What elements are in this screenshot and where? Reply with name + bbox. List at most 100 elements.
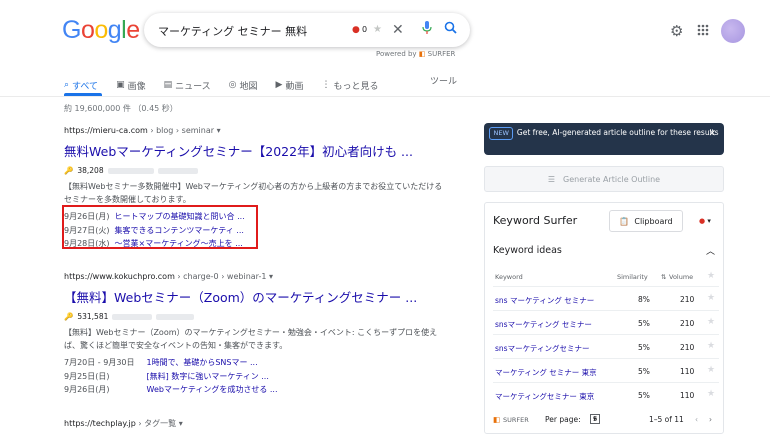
keyword-row: snsマーケティングセミナー 5% 210 ★	[493, 334, 719, 358]
keyword-row: snsマーケティング セミナー 5% 210 ★	[493, 310, 719, 334]
surfer-dot-icon: ●	[352, 25, 360, 35]
tab-images[interactable]: ▣ 画像	[116, 74, 146, 96]
traffic-metric: 38,208	[77, 166, 104, 175]
result-url[interactable]: https://techplay.jp › タグ一覧 ▾	[64, 418, 444, 429]
more-vert-icon: ⋮	[321, 80, 331, 90]
sublink[interactable]: 1時間で、基礎からSNSマー ...	[147, 358, 258, 367]
result-domain: https://www.kokuchpro.com	[64, 272, 175, 281]
sublink[interactable]: Webマーケティングを成功させる ...	[147, 385, 278, 394]
star-icon[interactable]: ★	[707, 341, 715, 351]
blurred-metric	[157, 167, 198, 174]
tab-label: 地図	[239, 81, 258, 92]
result-title[interactable]: 無料Webマーケティングセミナー【2022年】初心者向けも ...	[64, 141, 444, 160]
search-box[interactable]: マーケティング セミナー 無料 ● 0 ★ ✕	[144, 13, 470, 47]
clipboard-button[interactable]: 📋 Clipboard	[609, 210, 683, 232]
keyword-row: マーケティングセミナー 東京 5% 110 ★	[493, 382, 719, 406]
header-divider	[0, 96, 770, 97]
google-search-page: Google マーケティング セミナー 無料 ● 0 ★ ✕ Powered b…	[0, 0, 770, 434]
keyword-row: sns マーケティング セミナー 8% 210 ★	[493, 286, 719, 310]
microphone-icon[interactable]	[422, 21, 432, 40]
star-icon[interactable]: ★	[373, 21, 382, 39]
similarity-value: 5%	[638, 343, 650, 352]
surfer-logo-icon: ◧	[418, 50, 426, 58]
result-domain: https://techplay.jp	[64, 419, 136, 428]
similarity-value: 5%	[638, 367, 650, 376]
japan-flag-icon: ●	[699, 217, 706, 225]
star-icon[interactable]: ★	[707, 365, 715, 375]
per-page-select[interactable]: 5 ▾	[590, 414, 600, 424]
prev-page-icon[interactable]: ‹	[695, 415, 698, 424]
star-icon[interactable]: ★	[707, 389, 715, 399]
sublink-row: 7月20日 - 9月30日 1時間で、基礎からSNSマー ...	[64, 356, 444, 370]
blurred-metric	[112, 313, 153, 320]
volume-value: 110	[680, 391, 695, 400]
search-result: https://www.kokuchpro.com › charge-0 › w…	[64, 272, 444, 397]
column-volume[interactable]: Volume	[669, 273, 693, 281]
map-pin-icon: ◎	[228, 80, 237, 90]
list-icon: ☰	[547, 174, 556, 184]
keyword-link[interactable]: マーケティング セミナー 東京	[495, 367, 597, 378]
pagination-range: 1–5 of 11	[649, 415, 684, 424]
tab-videos[interactable]: ▶ 動画	[276, 74, 304, 96]
star-icon[interactable]: ★	[707, 271, 715, 281]
result-url[interactable]: https://www.kokuchpro.com › charge-0 › w…	[64, 272, 444, 281]
result-title[interactable]: 【無料】Webセミナー（Zoom）のマーケティングセミナー ...	[64, 287, 444, 306]
powered-by-label: Powered by	[376, 50, 417, 58]
keyword-link[interactable]: snsマーケティングセミナー	[495, 343, 589, 354]
result-sublinks: 7月20日 - 9月30日 1時間で、基礎からSNSマー ... 9月25日(日…	[64, 356, 444, 397]
volume-value: 210	[680, 295, 695, 304]
keyword-link[interactable]: マーケティングセミナー 東京	[495, 391, 594, 402]
sublink[interactable]: [無料] 数字に強いマーケティン ...	[147, 372, 269, 381]
settings-gear-icon[interactable]: ⚙	[670, 22, 683, 40]
chevron-up-icon[interactable]: ︿	[706, 244, 715, 257]
column-similarity[interactable]: Similarity	[617, 273, 648, 281]
tab-maps[interactable]: ◎ 地図	[229, 74, 258, 96]
star-icon[interactable]: ★	[707, 293, 715, 303]
account-avatar[interactable]	[721, 19, 745, 43]
chevron-down-icon[interactable]: ▾	[217, 126, 221, 135]
similarity-value: 5%	[638, 391, 650, 400]
tab-more[interactable]: ⋮ もっと見る	[321, 74, 378, 96]
sort-icon[interactable]: ⇅	[661, 273, 666, 281]
generate-outline-button[interactable]: ☰ Generate Article Outline	[484, 166, 724, 192]
google-logo[interactable]: Google	[62, 16, 140, 45]
key-icon: 🔑	[64, 166, 74, 175]
sublink-row: 9月26日(月) Webマーケティングを成功させる ...	[64, 383, 444, 397]
surfer-count: 0	[362, 25, 368, 34]
per-page-label: Per page:	[545, 415, 581, 424]
tab-label: ニュース	[175, 81, 211, 92]
apps-grid-icon[interactable]	[697, 24, 709, 39]
chevron-down-icon[interactable]: ▾	[269, 272, 273, 281]
tools-button[interactable]: ツール	[430, 74, 457, 87]
column-keyword[interactable]: Keyword	[495, 273, 523, 281]
tab-label: 動画	[285, 81, 304, 92]
keyword-ideas-heading[interactable]: Keyword ideas	[493, 245, 562, 256]
next-page-icon[interactable]: ›	[709, 415, 712, 424]
result-stats: 約 19,600,000 件 （0.45 秒）	[64, 104, 178, 113]
close-icon[interactable]: ✕	[708, 129, 716, 140]
search-tabs: ⌕ すべて ▣ 画像 ▤ ニュース ◎ 地図 ▶ 動画 ⋮ もっと見る	[64, 74, 397, 96]
volume-value: 210	[680, 319, 695, 328]
clear-icon[interactable]: ✕	[392, 21, 404, 39]
traffic-metric: 531,581	[77, 312, 109, 321]
keyword-surfer-panel: Keyword Surfer 📋 Clipboard ● ▾ Keyword i…	[484, 202, 724, 434]
keyword-link[interactable]: snsマーケティング セミナー	[495, 319, 592, 330]
result-domain: https://mieru-ca.com	[64, 126, 148, 135]
search-input[interactable]: マーケティング セミナー 無料	[158, 23, 307, 39]
image-icon: ▣	[116, 80, 125, 90]
generate-outline-label: Generate Article Outline	[563, 174, 661, 184]
surfer-metrics: 🔑 38,208	[64, 166, 444, 175]
star-icon[interactable]: ★	[707, 317, 715, 327]
result-url[interactable]: https://mieru-ca.com › blog › seminar ▾	[64, 126, 444, 135]
surfer-logo-icon: ◧	[493, 415, 501, 424]
tab-news[interactable]: ▤ ニュース	[164, 74, 211, 96]
surfer-brand: SURFER	[503, 416, 529, 424]
keyword-link[interactable]: sns マーケティング セミナー	[495, 295, 594, 306]
panel-title: Keyword Surfer	[493, 214, 578, 227]
result-breadcrumb: › タグ一覧	[138, 419, 177, 428]
country-select[interactable]: ● ▾	[699, 217, 711, 225]
result-snippet: 【無料】Webセミナー（Zoom）のマーケティングセミナー・勉強会・イベント: …	[64, 328, 438, 350]
sublink-row: 9月25日(日) [無料] 数字に強いマーケティン ...	[64, 370, 444, 384]
chevron-down-icon[interactable]: ▾	[179, 419, 183, 428]
search-icon[interactable]	[444, 21, 457, 39]
